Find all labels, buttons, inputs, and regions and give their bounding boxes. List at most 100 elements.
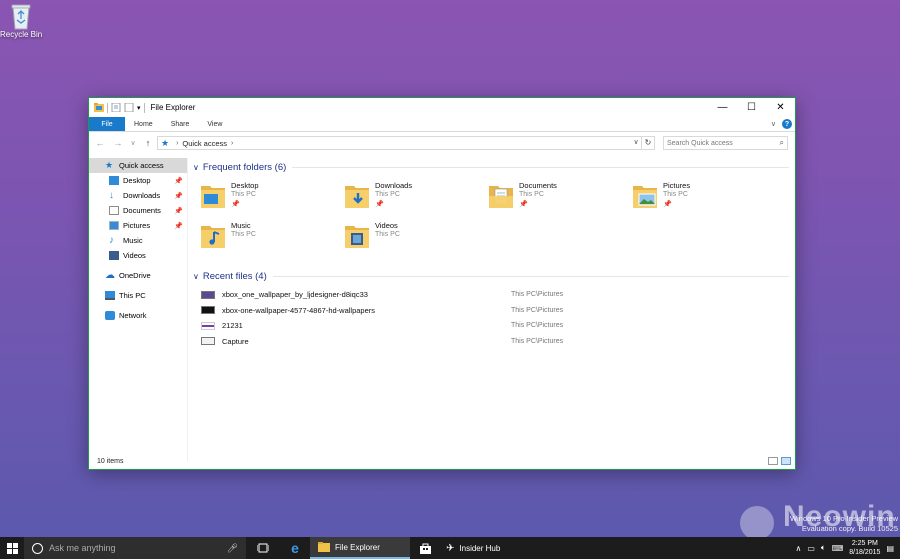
expand-ribbon-chevron-icon[interactable]: ∨ (771, 120, 776, 128)
collapse-chevron-icon[interactable]: ∨ (193, 272, 199, 281)
tab-file[interactable]: File (89, 117, 125, 131)
list-item[interactable]: xbox-one-wallpaper-4577-4867-hd-wallpape… (193, 303, 789, 319)
folder-location: This PC (663, 191, 688, 198)
edge-browser-button[interactable]: e (280, 537, 310, 559)
folder-tile-videos[interactable]: Videos This PC (345, 220, 485, 260)
minimize-button[interactable]: — (708, 98, 737, 117)
sidebar-item-desktop[interactable]: Desktop 📌 (89, 173, 187, 188)
address-bar[interactable]: ★ › Quick access › ∨ (157, 136, 642, 150)
sidebar-item-documents[interactable]: Documents 📌 (89, 203, 187, 218)
recent-files-list: xbox_one_wallpaper_by_ljdesigner-d8iqc33… (193, 287, 789, 349)
sidebar-item-music[interactable]: ♪ Music (89, 233, 187, 248)
taskbar-app-insider-hub[interactable]: ✈ Insider Hub (440, 537, 508, 559)
videos-folder-icon (345, 226, 369, 248)
list-item[interactable]: xbox_one_wallpaper_by_ljdesigner-d8iqc33… (193, 287, 789, 303)
toolbar-separator (143, 102, 145, 113)
recycle-bin-shortcut[interactable]: Recycle Bin (0, 2, 42, 39)
folder-app-icon (94, 103, 104, 112)
customize-toolbar-chevron-icon[interactable]: ▾ (137, 104, 141, 112)
file-explorer-window: ▾ File Explorer — ☐ ✕ File Home Share Vi… (88, 97, 796, 470)
list-item[interactable]: Capture This PC\Pictures (193, 334, 789, 350)
task-view-button[interactable] (246, 537, 280, 559)
network-icon (105, 311, 115, 320)
sidebar-item-network[interactable]: Network (89, 308, 187, 323)
folder-location: This PC (231, 231, 256, 238)
pin-icon: 📌 (663, 201, 672, 208)
sidebar-item-label: Downloads (123, 191, 161, 200)
cortana-search-box[interactable]: Ask me anything 🎤︎ (24, 537, 246, 559)
show-hidden-icons-icon[interactable]: ∧ (796, 544, 802, 553)
store-button[interactable] (410, 537, 440, 559)
maximize-button[interactable]: ☐ (737, 98, 766, 117)
back-arrow-icon[interactable]: ← (93, 138, 107, 148)
taskbar-app-file-explorer[interactable]: File Explorer (310, 537, 410, 559)
pin-icon: 📌 (174, 222, 183, 230)
desktop-folder-icon (201, 186, 225, 208)
folder-tile-pictures[interactable]: Pictures This PC 📌 (633, 180, 773, 220)
tab-view[interactable]: View (198, 117, 231, 131)
clock[interactable]: 2:25 PM 8/18/2015 (849, 539, 880, 557)
up-arrow-icon[interactable]: ↑ (141, 138, 155, 148)
file-location: This PC\Pictures (511, 322, 564, 330)
address-dropdown-icon[interactable]: ∨ (631, 137, 641, 149)
edge-icon: e (291, 540, 299, 556)
forward-arrow-icon[interactable]: → (111, 138, 125, 148)
tab-home[interactable]: Home (125, 117, 162, 131)
refresh-button[interactable]: ↻ (642, 136, 655, 150)
watermark-line: Evaluation copy. Build 10525 (801, 524, 898, 533)
recent-files-header[interactable]: ∨ Recent files (4) (193, 269, 789, 283)
folder-location: This PC (375, 231, 400, 238)
breadcrumb-chevron-icon[interactable]: › (176, 140, 178, 147)
pictures-folder-icon (633, 186, 657, 208)
image-thumbnail-icon (201, 321, 215, 330)
search-box[interactable]: Search Quick access ⌕ (663, 136, 788, 150)
documents-icon (109, 206, 119, 215)
neowin-logo-icon (740, 506, 774, 540)
sidebar-item-this-pc[interactable]: This PC (89, 288, 187, 303)
search-icon: ⌕ (779, 138, 784, 147)
build-watermark: Windows 10 Pro Insider Preview Evaluatio… (790, 514, 898, 534)
folder-tile-desktop[interactable]: Desktop This PC 📌 (201, 180, 341, 220)
desktop-folder-icon (109, 176, 119, 185)
sidebar-item-videos[interactable]: Videos (89, 248, 187, 263)
list-item[interactable]: 21231 This PC\Pictures (193, 318, 789, 334)
file-location: This PC\Pictures (511, 291, 564, 299)
sidebar-item-downloads[interactable]: ↓ Downloads 📌 (89, 188, 187, 203)
network-tray-icon[interactable]: ▭ (807, 544, 815, 553)
group-title: Frequent folders (6) (202, 161, 287, 173)
properties-icon[interactable] (111, 103, 121, 112)
collapse-chevron-icon[interactable]: ∨ (193, 163, 199, 172)
sidebar-item-onedrive[interactable]: ☁ OneDrive (89, 268, 187, 283)
image-thumbnail-icon (201, 290, 215, 299)
title-bar[interactable]: ▾ File Explorer — ☐ ✕ (89, 98, 795, 117)
group-title: Recent files (4) (202, 270, 267, 282)
file-location: This PC\Pictures (511, 337, 564, 345)
insider-hub-icon: ✈ (446, 542, 455, 554)
help-icon[interactable]: ? (782, 119, 792, 129)
breadcrumb-quick-access[interactable]: Quick access (182, 139, 227, 148)
sidebar-item-quick-access[interactable]: ★ Quick access (89, 158, 187, 173)
sidebar-item-label: Videos (123, 251, 146, 260)
large-icons-view-icon[interactable] (781, 457, 791, 465)
recent-locations-chevron-icon[interactable]: ∨ (129, 139, 137, 147)
frequent-folders-header[interactable]: ∨ Frequent folders (6) (193, 160, 789, 174)
action-center-icon[interactable]: ▤ (886, 544, 894, 553)
keyboard-icon[interactable]: ⌨ (832, 544, 844, 553)
taskbar-app-label: File Explorer (335, 542, 380, 552)
close-button[interactable]: ✕ (766, 98, 795, 117)
microphone-icon[interactable]: 🎤︎ (227, 543, 238, 554)
volume-icon[interactable]: 🔈︎ (821, 543, 826, 553)
new-folder-icon[interactable] (124, 103, 134, 112)
tab-share[interactable]: Share (162, 117, 199, 131)
folder-tile-documents[interactable]: Documents This PC 📌 (489, 180, 629, 220)
computer-icon (105, 291, 115, 300)
folder-tile-music[interactable]: Music This PC (201, 220, 341, 260)
sidebar-item-label: Music (123, 236, 143, 245)
start-button[interactable] (0, 537, 24, 559)
details-view-icon[interactable] (768, 457, 778, 465)
sidebar-item-pictures[interactable]: Pictures 📌 (89, 218, 187, 233)
breadcrumb-chevron-icon[interactable]: › (231, 140, 233, 147)
folder-tile-downloads[interactable]: Downloads This PC 📌 (345, 180, 485, 220)
documents-folder-icon (489, 186, 513, 208)
pin-icon: 📌 (174, 192, 183, 200)
